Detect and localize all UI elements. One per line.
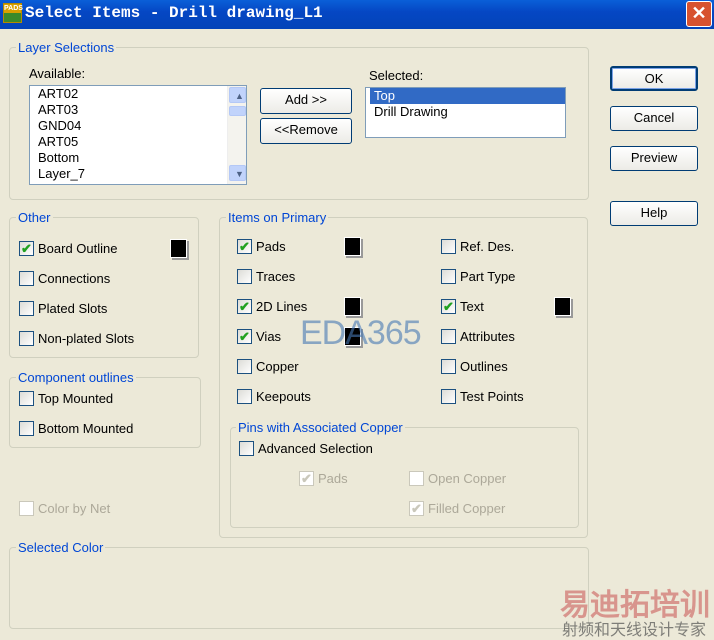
scroll-up-icon[interactable]: ▲ <box>229 87 246 103</box>
cn-watermark-sub: 射频和天线设计专家 <box>562 622 707 639</box>
preview-button[interactable]: Preview <box>610 146 698 171</box>
add-button[interactable]: Add >> <box>260 88 352 114</box>
board-outline-color-swatch[interactable] <box>170 239 187 258</box>
available-item[interactable]: ART05 <box>34 134 246 150</box>
layer-selections-legend: Layer Selections <box>16 40 117 55</box>
available-item[interactable]: Layer_7 <box>34 166 246 182</box>
eda365-watermark: EDA365 <box>300 314 422 352</box>
available-item[interactable]: ART02 <box>34 86 246 102</box>
selected-label: Selected: <box>369 68 424 83</box>
selected-color-group <box>9 547 589 629</box>
scroll-down-icon[interactable]: ▼ <box>229 165 246 181</box>
pads-color-swatch[interactable] <box>344 237 361 256</box>
items-on-primary-legend: Items on Primary <box>226 210 329 225</box>
selected-item[interactable]: Drill Drawing <box>370 104 565 120</box>
help-button[interactable]: Help <box>610 201 698 226</box>
scroll-thumb[interactable] <box>229 106 246 116</box>
available-item[interactable]: GND04 <box>34 118 246 134</box>
available-scrollbar[interactable]: ▲ ▼ <box>227 86 246 184</box>
pads-logo-icon: PADS <box>3 3 23 23</box>
other-legend: Other <box>16 210 53 225</box>
close-button[interactable]: ✕ <box>686 1 712 27</box>
ok-button[interactable]: OK <box>610 66 698 91</box>
selected-item[interactable]: Top <box>370 88 565 104</box>
remove-button[interactable]: <<Remove <box>260 118 352 144</box>
available-list[interactable]: ART02 ART03 GND04 ART05 Bottom Layer_7 ▲ ▼ <box>29 85 247 185</box>
available-item[interactable]: ART03 <box>34 102 246 118</box>
available-label: Available: <box>29 66 86 81</box>
cancel-button[interactable]: Cancel <box>610 106 698 131</box>
selected-color-legend: Selected Color <box>16 540 106 555</box>
pins-legend: Pins with Associated Copper <box>236 420 405 435</box>
available-item[interactable]: Bottom <box>34 150 246 166</box>
text-color-swatch[interactable] <box>554 297 571 316</box>
selected-list[interactable]: Top Drill Drawing <box>365 87 566 138</box>
component-outlines-group <box>9 377 201 448</box>
component-outlines-legend: Component outlines <box>16 370 136 385</box>
window-title: Select Items - Drill drawing_L1 <box>25 4 323 22</box>
